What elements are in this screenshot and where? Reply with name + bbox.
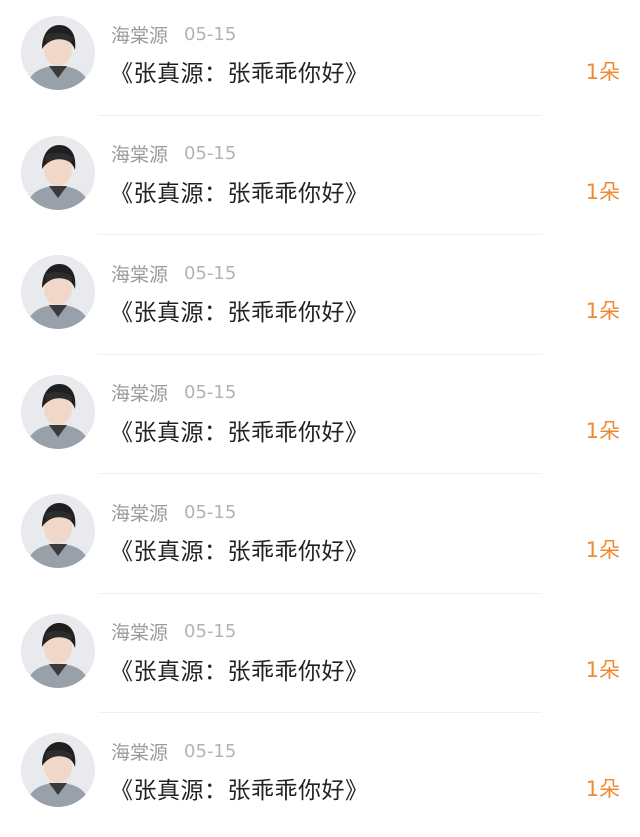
comment-meta: 海棠源 05-15 bbox=[111, 618, 236, 646]
work-title[interactable]: 《张真源：张乖乖你好》 bbox=[110, 532, 369, 566]
work-title[interactable]: 《张真源：张乖乖你好》 bbox=[110, 771, 369, 805]
author-name[interactable]: 海棠源 bbox=[111, 499, 168, 526]
gift-count: 1朵 bbox=[585, 538, 620, 562]
list-item[interactable]: 海棠源 05-15 《张真源：张乖乖你好》 1朵 bbox=[0, 598, 640, 718]
comment-meta: 海棠源 05-15 bbox=[111, 379, 236, 407]
row-divider bbox=[98, 712, 542, 713]
avatar-photo-icon[interactable] bbox=[21, 255, 95, 329]
list-item[interactable]: 海棠源 05-15 《张真源：张乖乖你好》 1朵 bbox=[0, 359, 640, 479]
comment-meta: 海棠源 05-15 bbox=[111, 140, 236, 168]
author-name[interactable]: 海棠源 bbox=[111, 379, 168, 406]
gift-count: 1朵 bbox=[585, 299, 620, 323]
row-divider bbox=[98, 114, 542, 116]
comment-date: 05-15 bbox=[184, 262, 237, 284]
author-name[interactable]: 海棠源 bbox=[111, 140, 168, 167]
comment-meta: 海棠源 05-15 bbox=[111, 737, 236, 765]
author-name[interactable]: 海棠源 bbox=[111, 738, 168, 765]
author-name[interactable]: 海棠源 bbox=[111, 21, 168, 48]
row-divider bbox=[98, 473, 542, 474]
comment-date: 05-15 bbox=[184, 740, 237, 762]
row-divider bbox=[98, 592, 542, 594]
comment-list: 海棠源 05-15 《张真源：张乖乖你好》 1朵 海棠源 05-15 《张真源：… bbox=[0, 0, 640, 830]
avatar-photo-icon[interactable] bbox=[21, 733, 95, 807]
author-name[interactable]: 海棠源 bbox=[111, 618, 168, 645]
list-item[interactable]: 海棠源 05-15 《张真源：张乖乖你好》 1朵 bbox=[0, 0, 640, 120]
list-item[interactable]: 海棠源 05-15 《张真源：张乖乖你好》 1朵 bbox=[0, 120, 640, 240]
list-item[interactable]: 海棠源 05-15 《张真源：张乖乖你好》 1朵 bbox=[0, 239, 640, 359]
author-name[interactable]: 海棠源 bbox=[111, 260, 168, 287]
row-divider bbox=[98, 353, 542, 355]
comment-date: 05-15 bbox=[184, 143, 237, 164]
list-item[interactable]: 海棠源 05-15 《张真源：张乖乖你好》 1朵 bbox=[0, 478, 640, 598]
comment-meta: 海棠源 05-15 bbox=[111, 498, 236, 526]
work-title[interactable]: 《张真源：张乖乖你好》 bbox=[110, 652, 369, 686]
comment-meta: 海棠源 05-15 bbox=[111, 259, 236, 287]
list-item[interactable]: 海棠源 05-15 《张真源：张乖乖你好》 1朵 bbox=[0, 717, 640, 837]
avatar-photo-icon[interactable] bbox=[21, 374, 95, 449]
gift-count: 1朵 bbox=[585, 657, 620, 682]
avatar-photo-icon[interactable] bbox=[21, 613, 95, 688]
comment-date: 05-15 bbox=[184, 621, 237, 642]
work-title[interactable]: 《张真源：张乖乖你好》 bbox=[110, 413, 369, 447]
avatar-photo-icon[interactable] bbox=[21, 135, 95, 210]
avatar-photo-icon[interactable] bbox=[21, 16, 95, 90]
gift-count: 1朵 bbox=[585, 418, 620, 443]
avatar-photo-icon[interactable] bbox=[21, 494, 95, 568]
gift-count: 1朵 bbox=[585, 179, 620, 204]
comment-date: 05-15 bbox=[184, 382, 237, 403]
gift-count: 1朵 bbox=[585, 777, 620, 801]
work-title[interactable]: 《张真源：张乖乖你好》 bbox=[110, 174, 369, 208]
comment-date: 05-15 bbox=[184, 23, 237, 45]
comment-meta: 海棠源 05-15 bbox=[111, 20, 236, 48]
gift-count: 1朵 bbox=[585, 60, 620, 84]
row-divider bbox=[98, 234, 542, 235]
comment-date: 05-15 bbox=[184, 501, 237, 523]
work-title[interactable]: 《张真源：张乖乖你好》 bbox=[110, 54, 369, 88]
work-title[interactable]: 《张真源：张乖乖你好》 bbox=[110, 293, 369, 327]
